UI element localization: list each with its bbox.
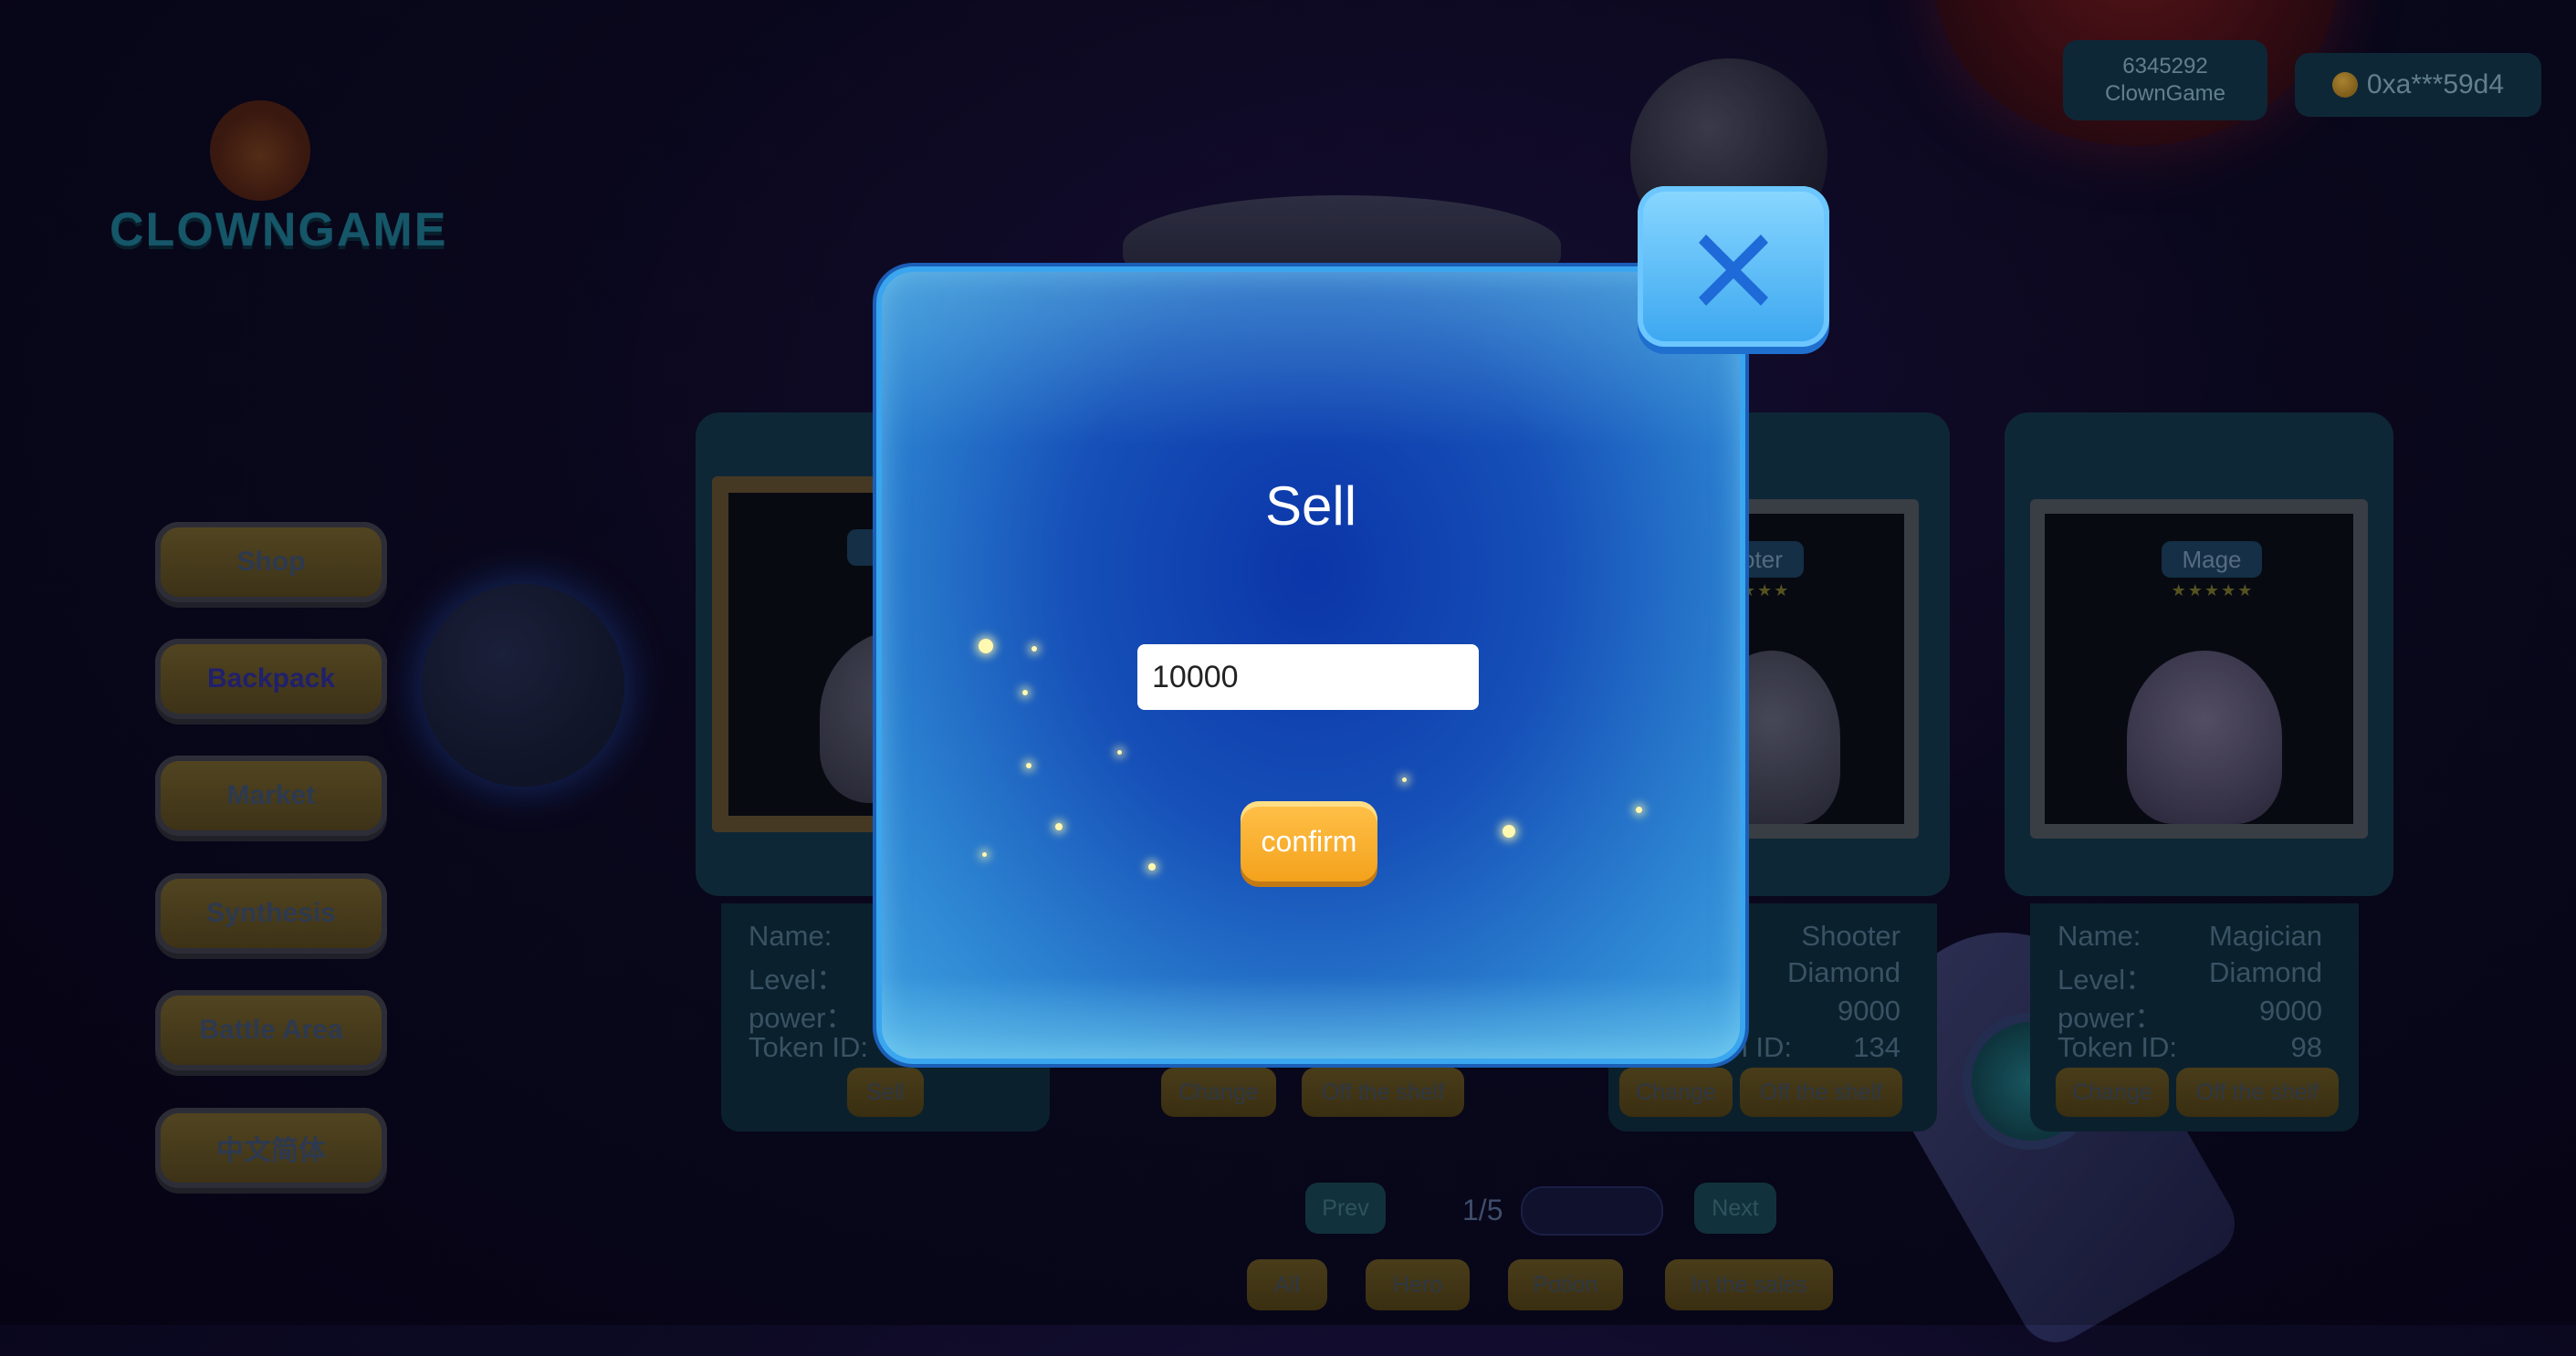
sparkle-icon <box>982 852 987 857</box>
close-button[interactable] <box>1638 186 1829 347</box>
sparkle-icon <box>1503 825 1515 838</box>
sparkle-icon <box>1402 777 1407 782</box>
sparkle-icon <box>1117 750 1122 755</box>
sparkle-icon <box>979 639 993 653</box>
sparkle-icon <box>1055 823 1063 830</box>
sparkle-icon <box>1148 863 1156 871</box>
dialog-highlight <box>882 272 1740 445</box>
sell-dialog: Sell confirm <box>876 266 1745 1064</box>
dialog-title: Sell <box>1264 475 1357 537</box>
sparkle-icon <box>1031 646 1037 652</box>
close-icon <box>1699 235 1768 306</box>
price-input[interactable] <box>1137 644 1479 710</box>
sparkle-icon <box>1026 763 1031 768</box>
sparkle-icon <box>1022 690 1028 695</box>
confirm-button[interactable]: confirm <box>1241 801 1377 881</box>
sparkle-icon <box>1636 807 1642 813</box>
dialog-wave <box>882 976 1740 1059</box>
